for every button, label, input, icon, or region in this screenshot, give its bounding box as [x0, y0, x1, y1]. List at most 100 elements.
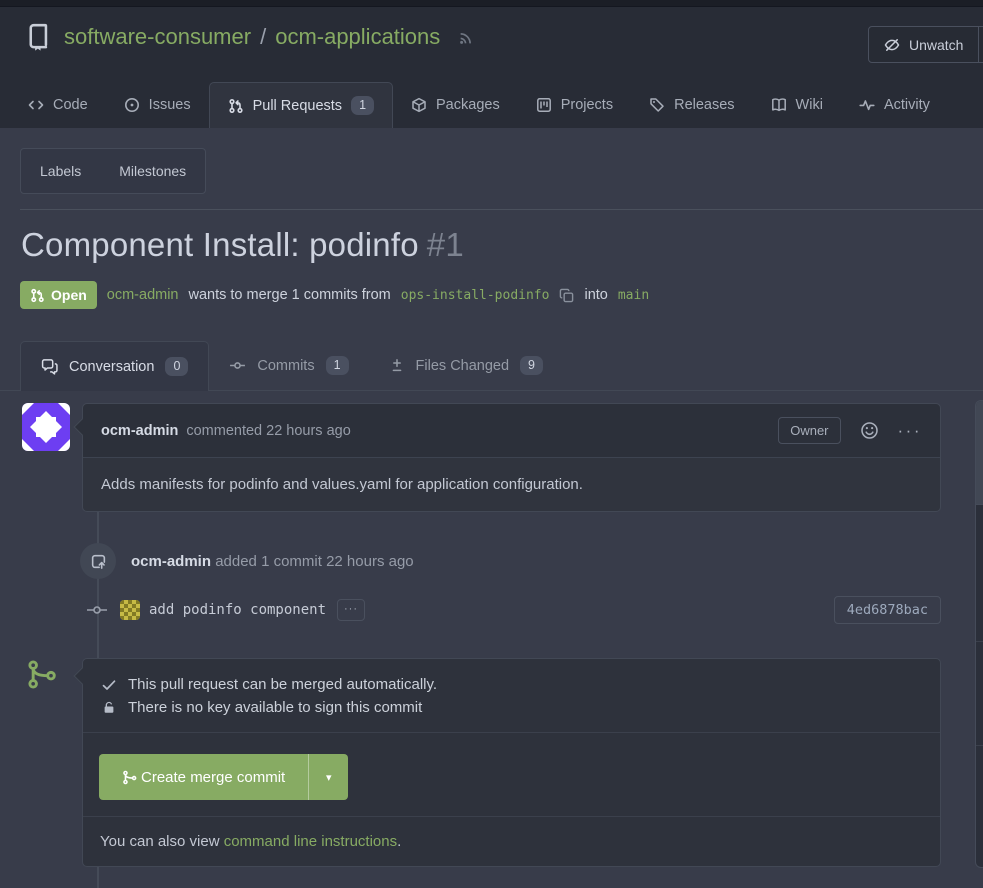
repo-push-icon [80, 543, 116, 579]
pr-count-badge: 1 [351, 96, 374, 115]
git-merge-icon [122, 770, 137, 785]
commit-author-avatar[interactable] [120, 600, 140, 620]
tab-wiki[interactable]: Wiki [753, 82, 841, 128]
tab-pull-requests[interactable]: Pull Requests 1 [209, 82, 393, 128]
into-text: into [584, 287, 607, 303]
status-label: Open [51, 287, 87, 303]
event-text: ocm-admin added 1 commit 22 hours ago [131, 553, 414, 570]
sidebar-divider [976, 641, 983, 642]
commit-hash-link[interactable]: 4ed6878bac [834, 596, 941, 624]
chevron-down-icon: ▾ [326, 771, 332, 784]
section-divider [20, 209, 983, 210]
tab-label: Commits [257, 358, 314, 374]
repo-owner-link[interactable]: software-consumer [64, 24, 251, 50]
sidebar-divider [976, 745, 983, 746]
repo-header: software-consumer / ocm-applications Unw… [0, 0, 983, 128]
comment-body: Adds manifests for podinfo and values.ya… [83, 458, 940, 511]
command-line-instructions-link[interactable]: command line instructions [224, 833, 397, 850]
footer-period: . [397, 833, 401, 850]
pull-request-icon [30, 288, 45, 303]
conversation-count-badge: 0 [165, 357, 188, 376]
commits-count-badge: 1 [326, 356, 349, 375]
comment-menu-icon[interactable]: ··· [898, 422, 922, 439]
timeline-event: ocm-admin added 1 commit 22 hours ago [80, 543, 414, 579]
add-reaction-icon[interactable] [860, 421, 879, 440]
tab-packages[interactable]: Packages [393, 82, 518, 128]
tab-activity[interactable]: Activity [841, 82, 948, 128]
package-icon [411, 97, 427, 113]
comment-header: ocm-admin commented 22 hours ago Owner ·… [83, 404, 940, 458]
pr-author-link[interactable]: ocm-admin [107, 287, 179, 303]
merge-options-dropdown[interactable]: ▾ [308, 754, 348, 800]
breadcrumb: software-consumer / ocm-applications [64, 24, 440, 50]
diff-icon [389, 358, 405, 374]
base-branch-link[interactable]: main [618, 288, 649, 303]
event-action: added 1 commit 22 hours ago [215, 553, 413, 570]
commit-expand-button[interactable]: ··· [337, 599, 365, 621]
create-merge-commit-button[interactable]: Create merge commit ▾ [99, 754, 348, 800]
tab-commits[interactable]: Commits 1 [209, 341, 368, 390]
tab-label: Activity [884, 97, 930, 113]
check-icon [100, 677, 117, 693]
tab-files-changed[interactable]: Files Changed 9 [369, 341, 563, 390]
unlock-icon [100, 700, 117, 715]
pr-sidebar-cutoff [975, 400, 983, 868]
comment-author[interactable]: ocm-admin [101, 423, 178, 439]
merge-panel: This pull request can be merged automati… [82, 658, 941, 867]
role-badge: Owner [778, 417, 840, 444]
labels-button[interactable]: Labels [21, 149, 100, 193]
comment-meta: commented 22 hours ago [186, 423, 350, 439]
commit-icon [86, 603, 108, 617]
pr-state-row: Open ocm-admin wants to merge 1 commits … [20, 281, 649, 309]
merge-panel-pointer [74, 668, 91, 685]
merge-status-section: This pull request can be merged automati… [83, 659, 940, 733]
status-badge: Open [20, 281, 97, 309]
unwatch-label: Unwatch [909, 37, 963, 53]
avatar[interactable] [22, 403, 70, 451]
pr-number: #1 [427, 226, 464, 263]
milestones-button[interactable]: Milestones [100, 149, 205, 193]
tab-code[interactable]: Code [10, 82, 106, 128]
repo-name-link[interactable]: ocm-applications [275, 24, 440, 50]
merge-button-label: Create merge commit [141, 769, 285, 786]
navbar-bottom-strip [0, 0, 983, 7]
tab-conversation[interactable]: Conversation 0 [20, 341, 209, 391]
repo-book-icon [24, 22, 51, 52]
tab-issues[interactable]: Issues [106, 82, 209, 128]
merge-summary-text: wants to merge 1 commits from [189, 287, 391, 303]
copy-branch-icon[interactable] [559, 288, 574, 303]
head-branch-link[interactable]: ops-install-podinfo [401, 288, 550, 303]
code-icon [28, 97, 44, 113]
tab-label: Files Changed [416, 358, 510, 374]
rss-icon[interactable] [458, 29, 475, 46]
git-merge-icon [26, 659, 57, 690]
commit-message-link[interactable]: add podinfo component [149, 602, 326, 618]
tab-projects[interactable]: Projects [518, 82, 631, 128]
tab-releases[interactable]: Releases [631, 82, 752, 128]
tab-label: Pull Requests [253, 98, 342, 114]
project-board-icon [536, 97, 552, 113]
commit-icon [229, 357, 246, 374]
sign-status-line: There is no key available to sign this c… [100, 696, 923, 719]
unwatch-button[interactable]: Unwatch [868, 26, 983, 63]
tab-label: Issues [149, 97, 191, 113]
comment-card: ocm-admin commented 22 hours ago Owner ·… [82, 403, 941, 512]
sign-status-text: There is no key available to sign this c… [128, 699, 422, 716]
comment-discussion-icon [41, 358, 58, 375]
merge-footer: You can also view command line instructi… [83, 817, 940, 866]
event-author[interactable]: ocm-admin [131, 553, 211, 570]
sidebar-section [976, 401, 983, 505]
tab-label: Wiki [796, 97, 823, 113]
repo-title-row: software-consumer / ocm-applications [24, 22, 475, 52]
tab-label: Releases [674, 97, 734, 113]
pull-request-icon [228, 98, 244, 114]
watch-count-segment[interactable] [978, 27, 983, 62]
footer-text: You can also view [100, 833, 220, 850]
merge-action-section: Create merge commit ▾ [83, 733, 940, 817]
files-count-badge: 9 [520, 356, 543, 375]
eye-off-icon [884, 37, 900, 53]
pr-title-text: Component Install: podinfo [21, 226, 419, 263]
issue-icon [124, 97, 140, 113]
repo-nav-tabs: Code Issues Pull Requests 1 [10, 82, 948, 128]
pr-tab-bar: Conversation 0 Commits 1 Files Changed 9 [0, 341, 983, 391]
